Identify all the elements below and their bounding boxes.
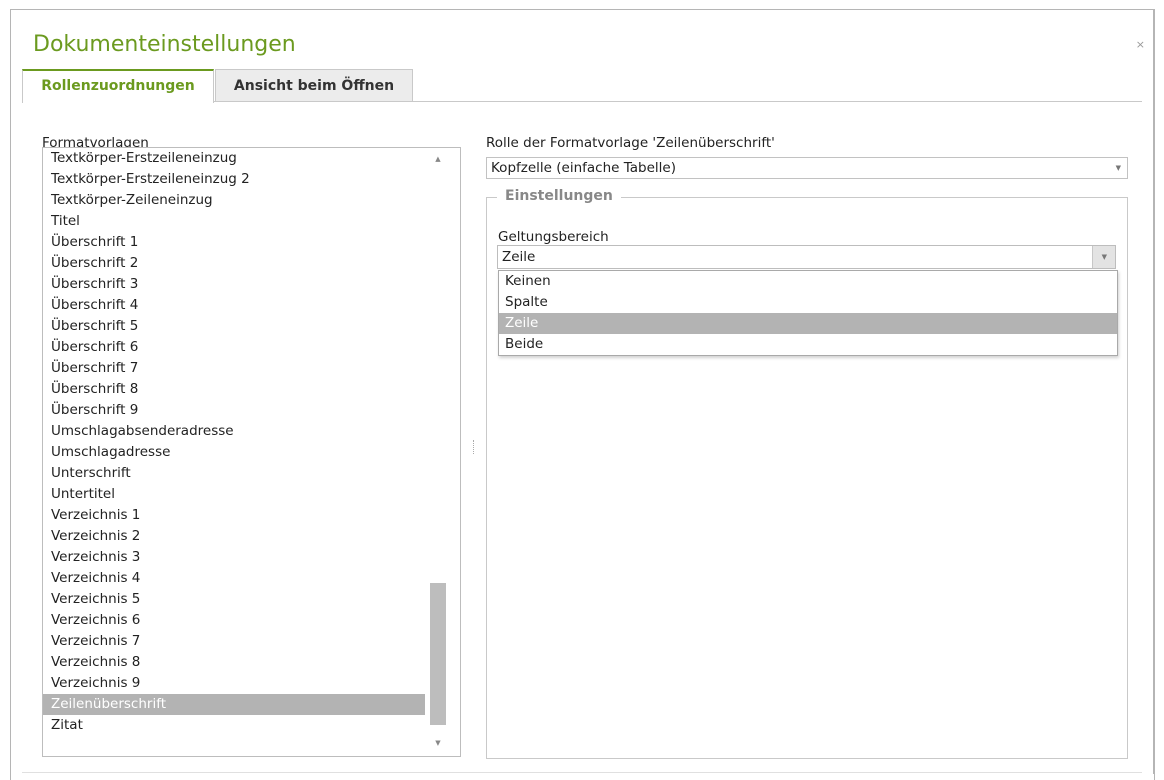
list-item[interactable]: Verzeichnis 5 [43,589,425,610]
chevron-down-icon[interactable]: ▼ [1116,164,1121,172]
list-item[interactable]: Überschrift 1 [43,232,425,253]
chevron-down-icon: ▼ [1101,253,1107,261]
role-combobox[interactable]: Kopfzelle (einfache Tabelle) ▼ [486,157,1128,179]
list-item[interactable]: Überschrift 5 [43,316,425,337]
list-item[interactable]: Unterschrift [43,463,425,484]
list-item[interactable]: Untertitel [43,484,425,505]
settings-groupbox-title: Einstellungen [497,188,621,204]
tab-role-assignments[interactable]: Rollenzuordnungen [22,69,214,103]
scope-combobox-value: Zeile [502,249,536,265]
scope-combobox[interactable]: Zeile ▼ [497,245,1116,269]
role-label: Rolle der Formatvorlage 'Zeilenüberschri… [486,135,775,151]
list-item[interactable]: Verzeichnis 2 [43,526,425,547]
list-item[interactable]: Überschrift 3 [43,274,425,295]
list-item[interactable]: Textkörper-Erstzeileneinzug 2 [43,169,425,190]
list-item[interactable]: Überschrift 4 [43,295,425,316]
list-item[interactable]: Umschlagabsenderadresse [43,421,425,442]
list-item[interactable]: Verzeichnis 6 [43,610,425,631]
scroll-up-icon[interactable]: ▲ [433,154,443,164]
list-item[interactable]: Umschlagadresse [43,442,425,463]
list-item[interactable]: Textkörper-Zeileneinzug [43,190,425,211]
list-item[interactable]: Überschrift 2 [43,253,425,274]
list-item[interactable]: Zeilenüberschrift [43,694,425,715]
list-item[interactable]: Verzeichnis 7 [43,631,425,652]
scope-label: Geltungsbereich [498,229,609,245]
list-item[interactable]: Überschrift 8 [43,379,425,400]
dropdown-option[interactable]: Zeile [499,313,1117,334]
list-item[interactable]: Verzeichnis 3 [43,547,425,568]
list-item[interactable]: Verzeichnis 8 [43,652,425,673]
list-item[interactable]: Textkörper-Erstzeileneinzug [43,148,425,169]
dropdown-option[interactable]: Beide [499,334,1117,355]
role-combobox-value: Kopfzelle (einfache Tabelle) [491,160,676,176]
scroll-down-icon[interactable]: ▼ [433,738,443,748]
styles-listbox[interactable]: Textkörper-Erstzeileneinzug Textkörper-Er… [42,147,461,757]
dropdown-option[interactable]: Spalte [499,292,1117,313]
dialog-right-border [1153,9,1154,774]
list-item[interactable]: Zitat [43,715,425,736]
tab-view-on-open[interactable]: Ansicht beim Öffnen [215,69,413,101]
list-item[interactable]: Titel [43,211,425,232]
styles-list-items: Textkörper-Erstzeileneinzug Textkörper-Er… [43,148,425,736]
list-item[interactable]: Überschrift 7 [43,358,425,379]
list-item[interactable]: Verzeichnis 9 [43,673,425,694]
close-icon[interactable]: × [1136,38,1145,51]
list-item[interactable]: Überschrift 6 [43,337,425,358]
dialog-title: Dokumenteinstellungen [33,32,296,57]
scope-dropdown-list[interactable]: Keinen Spalte Zeile Beide [498,270,1118,356]
bottom-divider [22,772,1142,773]
scope-dropdown-button[interactable]: ▼ [1092,246,1115,268]
list-item[interactable]: Überschrift 9 [43,400,425,421]
splitter-handle[interactable] [473,440,475,454]
list-item[interactable]: Verzeichnis 4 [43,568,425,589]
list-item[interactable]: Verzeichnis 1 [43,505,425,526]
dropdown-option[interactable]: Keinen [499,271,1117,292]
styles-scrollbar[interactable]: ▲ ▼ [427,148,449,756]
scroll-thumb[interactable] [430,583,446,725]
